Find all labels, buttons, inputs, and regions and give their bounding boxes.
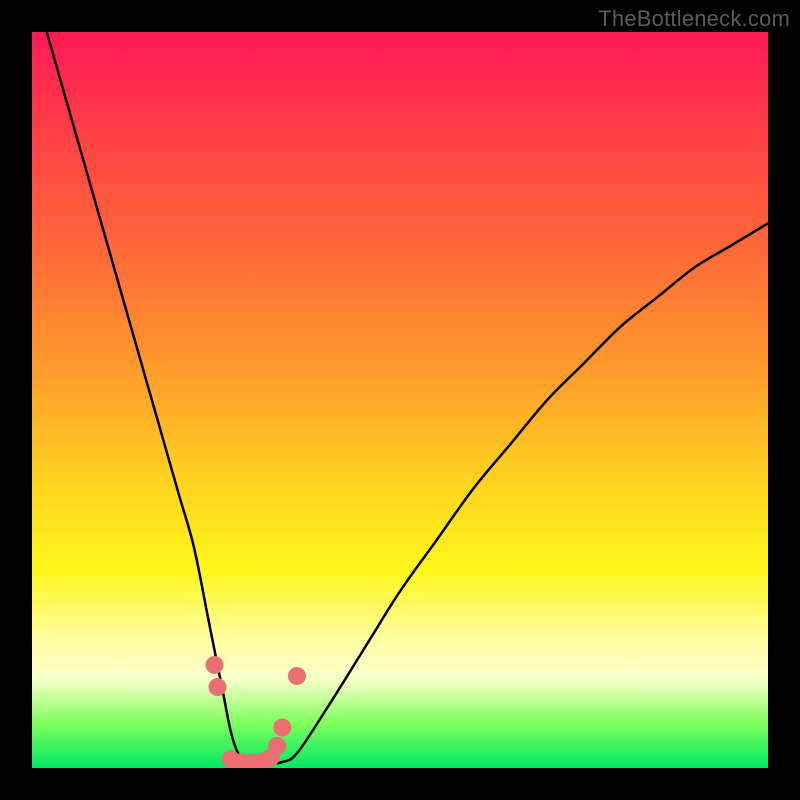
watermark-text: TheBottleneck.com [598,6,790,32]
plot-area [32,32,768,768]
curve-svg [32,32,768,768]
bottleneck-curve-line [47,32,768,764]
scatter-point [222,750,240,768]
scatter-point [288,667,306,685]
highlight-scatter [206,656,306,768]
scatter-point [206,656,224,674]
scatter-point [208,678,226,696]
scatter-point [268,737,286,755]
scatter-point [253,753,271,768]
scatter-point [244,754,262,768]
chart-frame: TheBottleneck.com [0,0,800,800]
scatter-point [273,719,291,737]
scatter-point [233,753,251,768]
scatter-point [261,749,279,767]
